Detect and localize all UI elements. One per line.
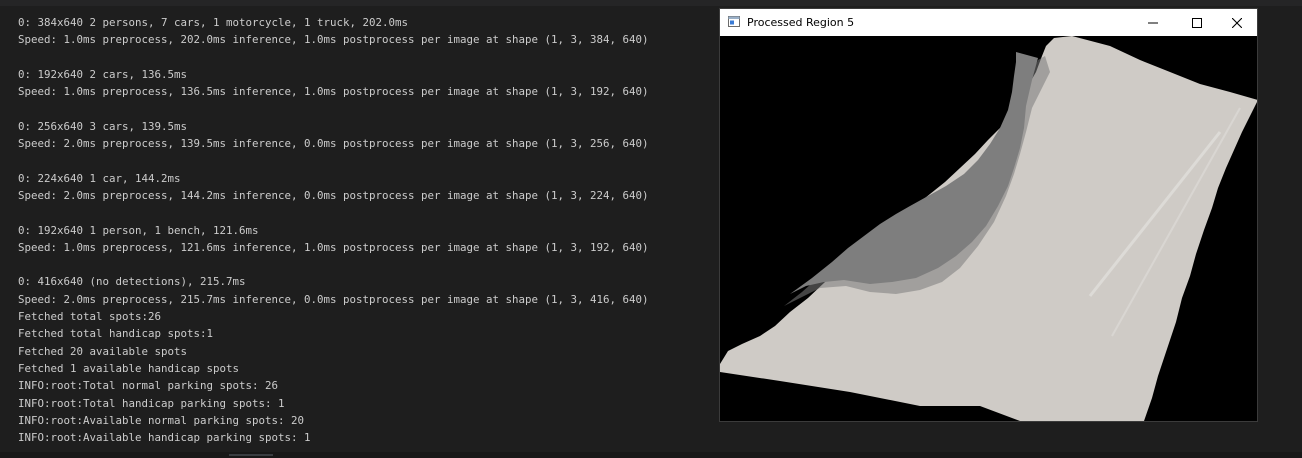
terminal-line: INFO:root:Available normal parking spots… <box>18 413 305 427</box>
terminal-output-panel[interactable]: 0: 384x640 2 persons, 7 cars, 1 motorcyc… <box>0 6 716 452</box>
maximize-icon <box>1192 17 1202 28</box>
terminal-line: Speed: 1.0ms preprocess, 136.5ms inferen… <box>18 85 649 99</box>
maximize-button[interactable] <box>1175 9 1219 36</box>
terminal-line: Fetched 20 available spots <box>18 344 188 358</box>
window-app-icon <box>728 16 740 27</box>
terminal-line: Speed: 1.0ms preprocess, 121.6ms inferen… <box>18 240 649 254</box>
terminal-line: 0: 192x640 2 cars, 136.5ms <box>18 67 188 81</box>
terminal-line: Fetched total handicap spots:1 <box>18 327 214 341</box>
terminal-line: INFO:root:Total handicap parking spots: … <box>18 396 285 410</box>
terminal-line: Fetched total spots:26 <box>18 310 162 324</box>
terminal-line: Speed: 2.0ms preprocess, 215.7ms inferen… <box>18 292 649 306</box>
processed-region-image <box>720 36 1257 421</box>
processed-region-window[interactable]: Processed Region 5 <box>719 8 1258 422</box>
terminal-line: 0: 224x640 1 car, 144.2ms <box>18 171 181 185</box>
window-titlebar[interactable]: Processed Region 5 <box>720 9 1257 36</box>
terminal-line: INFO:root:Available handicap parking spo… <box>18 431 311 445</box>
minimize-icon <box>1148 22 1158 23</box>
window-title: Processed Region 5 <box>747 16 855 29</box>
terminal-line: 0: 192x640 1 person, 1 bench, 121.6ms <box>18 223 259 237</box>
minimize-button[interactable] <box>1131 9 1175 36</box>
bottom-status-strip <box>0 452 1302 458</box>
terminal-line: 0: 416x640 (no detections), 215.7ms <box>18 275 246 289</box>
terminal-line: INFO:root:Total normal parking spots: 26 <box>18 379 279 393</box>
terminal-lines: 0: 384x640 2 persons, 7 cars, 1 motorcyc… <box>18 14 649 446</box>
terminal-line: Speed: 1.0ms preprocess, 202.0ms inferen… <box>18 33 649 47</box>
bottom-scroll-indicator <box>229 454 273 456</box>
close-icon <box>1232 17 1242 28</box>
terminal-line: Speed: 2.0ms preprocess, 139.5ms inferen… <box>18 137 649 151</box>
terminal-line: Speed: 2.0ms preprocess, 144.2ms inferen… <box>18 188 649 202</box>
terminal-line: 0: 256x640 3 cars, 139.5ms <box>18 119 188 133</box>
terminal-line: Fetched 1 available handicap spots <box>18 361 240 375</box>
terminal-line: 0: 384x640 2 persons, 7 cars, 1 motorcyc… <box>18 16 409 29</box>
close-button[interactable] <box>1217 9 1257 36</box>
